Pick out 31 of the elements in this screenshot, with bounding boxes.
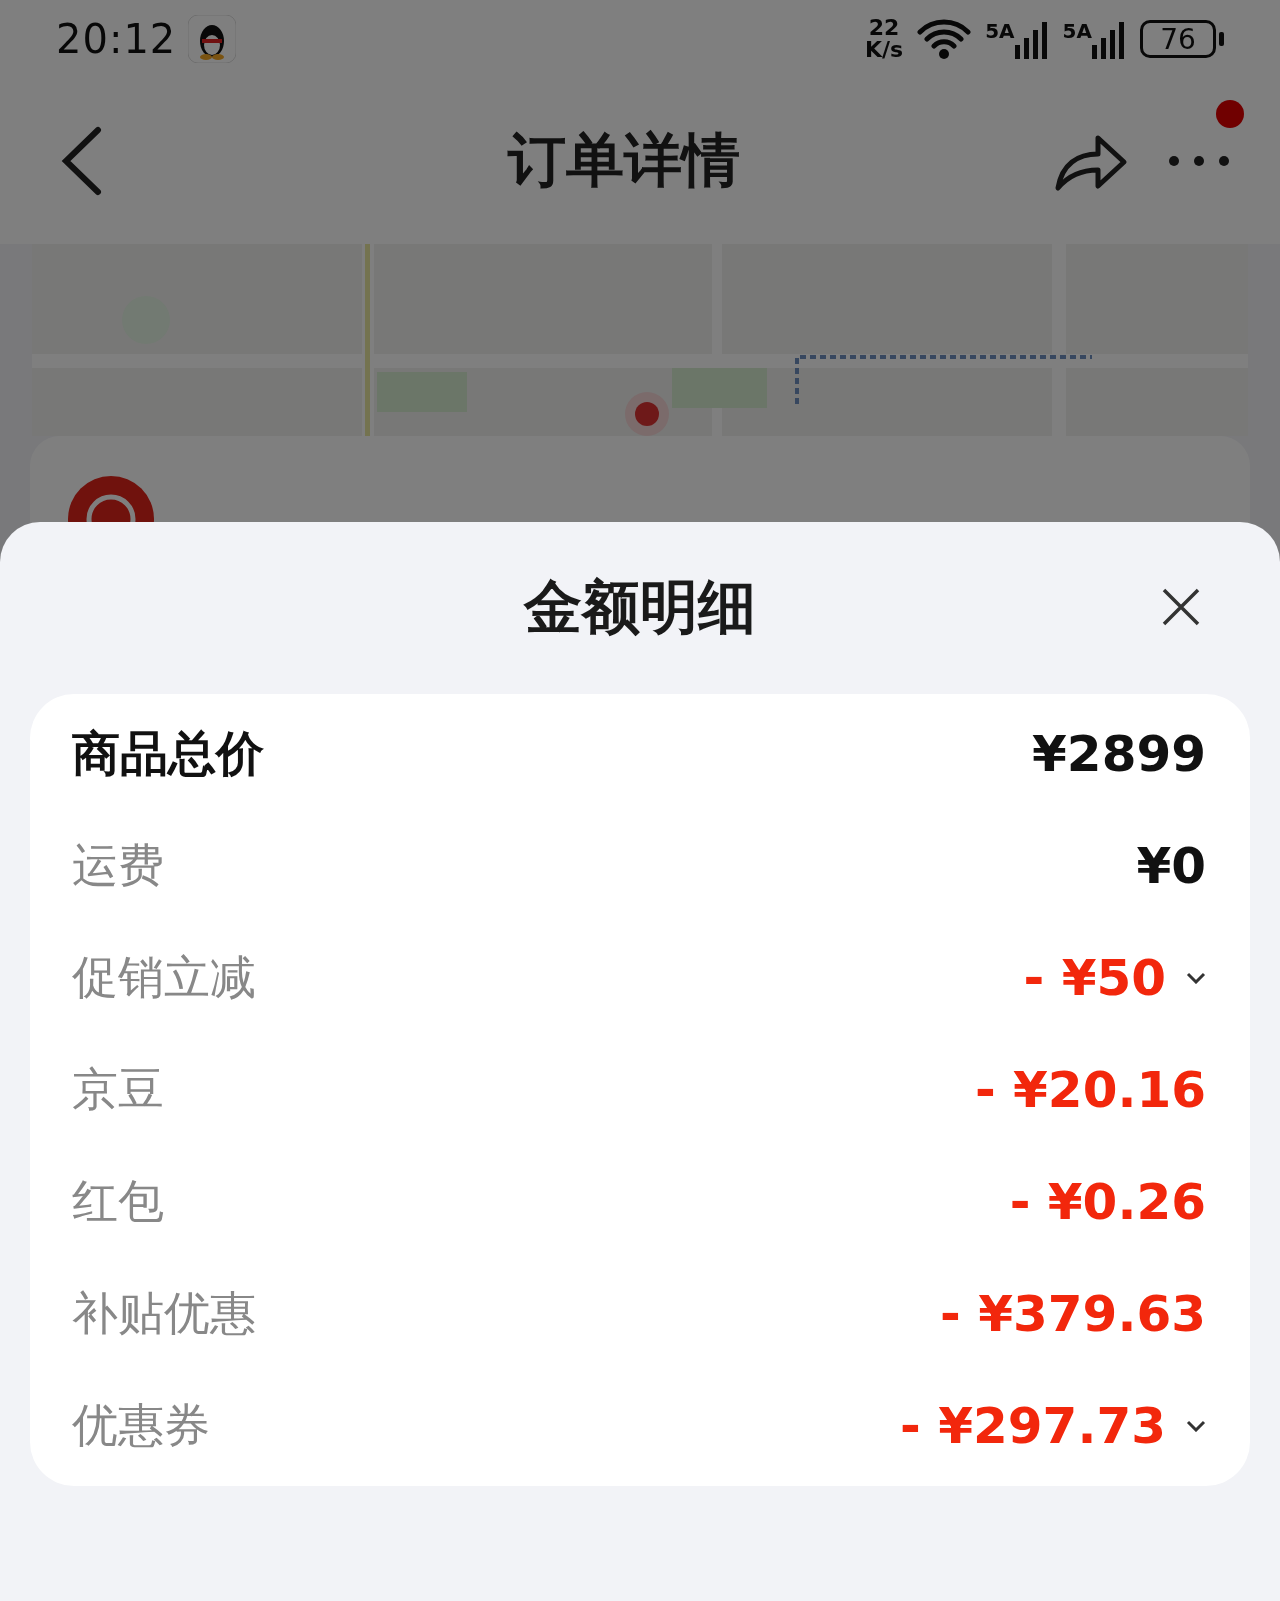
price-label: 优惠券 bbox=[72, 1397, 211, 1454]
clock-time: 20:12 bbox=[56, 16, 177, 62]
signal-icon bbox=[1014, 19, 1049, 59]
price-value: ¥0 bbox=[1136, 837, 1206, 895]
price-label: 京豆 bbox=[72, 1061, 165, 1118]
price-label: 补贴优惠 bbox=[72, 1285, 257, 1342]
price-value: ¥2899 bbox=[1032, 725, 1206, 783]
chevron-down-icon[interactable] bbox=[1186, 1420, 1206, 1432]
network-speed: 22 bbox=[868, 17, 900, 39]
network-type: 5A bbox=[1062, 19, 1092, 43]
signal-icon bbox=[1092, 19, 1126, 59]
price-label: 商品总价 bbox=[72, 724, 265, 783]
price-label: 运费 bbox=[72, 837, 165, 894]
battery-level: 76 bbox=[1140, 20, 1224, 58]
price-label: 红包 bbox=[72, 1173, 165, 1230]
sheet-title: 金额明细 bbox=[524, 572, 756, 643]
speed-unit: K/s bbox=[865, 39, 904, 61]
price-value: - ¥20.16 bbox=[974, 1061, 1206, 1119]
price-value: - ¥50 bbox=[1023, 949, 1166, 1007]
network-type: 5A bbox=[985, 19, 1015, 43]
more-icon[interactable] bbox=[1168, 155, 1230, 167]
penguin-icon bbox=[188, 15, 237, 63]
page-title: 订单详情 bbox=[506, 125, 741, 196]
chevron-down-icon[interactable] bbox=[1186, 972, 1206, 984]
back-icon[interactable] bbox=[60, 126, 104, 196]
price-value: - ¥297.73 bbox=[900, 1397, 1166, 1455]
close-icon[interactable] bbox=[1162, 588, 1200, 626]
wifi-icon bbox=[917, 18, 972, 60]
price-value: - ¥379.63 bbox=[940, 1285, 1206, 1343]
price-value: - ¥0.26 bbox=[1009, 1173, 1206, 1231]
price-label: 促销立减 bbox=[72, 949, 257, 1006]
